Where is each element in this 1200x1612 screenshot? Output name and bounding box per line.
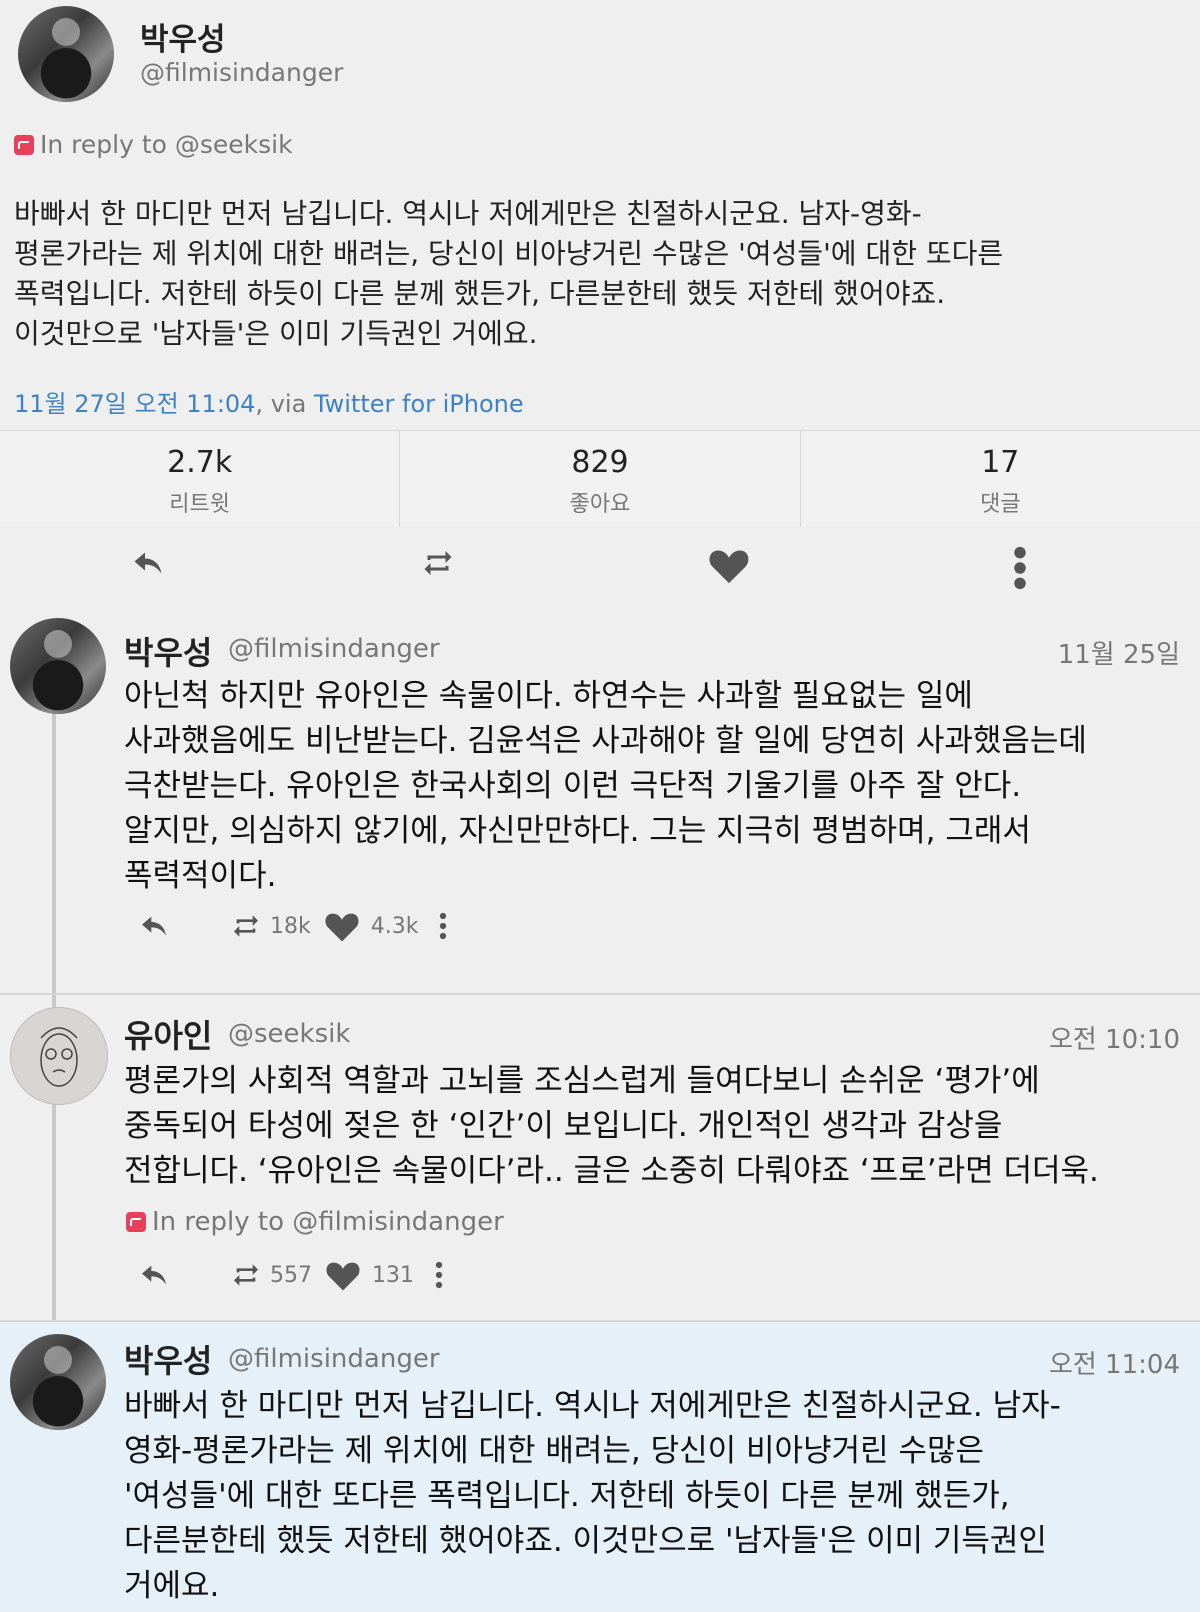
author-name[interactable]: 유아인 — [124, 1011, 212, 1057]
in-reply-to[interactable]: In reply to @filmisindanger — [126, 1207, 504, 1237]
tweet-time: 오전 10:10 — [1048, 1025, 1180, 1055]
author-handle[interactable]: @filmisindanger — [140, 58, 343, 87]
tweet-timestamp[interactable]: 11월 27일 오전 11:04 — [14, 390, 255, 418]
reply-icon[interactable] — [138, 910, 170, 942]
tweet-actions: 18k 4.3k — [138, 908, 450, 944]
stat-label: 좋아요 — [569, 492, 631, 517]
action-bar — [0, 527, 1200, 607]
in-reply-icon — [126, 1212, 146, 1232]
timeline-tweet-focused[interactable]: 박우성 @filmisindanger 오전 11:04 바빠서 한 마디만 먼… — [0, 1322, 1200, 1612]
author-handle[interactable]: @filmisindanger — [228, 634, 440, 664]
tweet-time: 오전 11:04 — [1048, 1350, 1180, 1380]
like-icon[interactable] — [706, 545, 752, 585]
author-name[interactable]: 박우성 — [140, 14, 226, 59]
retweet-icon[interactable] — [420, 545, 456, 581]
stats-bar: 2.7k 리트윗 829 좋아요 17 댓글 — [0, 430, 1200, 528]
stat-likes[interactable]: 829 좋아요 — [400, 431, 801, 527]
tweet-text: 평론가의 사회적 역할과 고뇌를 조심스럽게 들여다보니 손쉬운 ‘평가’에 중… — [124, 1063, 1099, 1189]
stat-label: 리트윗 — [169, 492, 231, 517]
avatar[interactable] — [10, 1334, 106, 1430]
more-icon[interactable] — [1010, 545, 1030, 591]
stat-value: 829 — [571, 445, 629, 480]
in-reply-to-label: In reply to @filmisindanger — [152, 1207, 504, 1237]
like-count: 131 — [372, 1262, 414, 1288]
like-icon[interactable] — [324, 1258, 362, 1292]
stat-retweets[interactable]: 2.7k 리트윗 — [0, 431, 401, 527]
avatar[interactable] — [10, 618, 106, 714]
avatar[interactable] — [18, 6, 114, 102]
via-label: , via — [255, 390, 314, 418]
tweet-text: 아닌척 하지만 유아인은 속물이다. 하연수는 사과할 필요없는 일에 사과했음… — [124, 678, 1087, 894]
tweet-actions: 557 131 — [138, 1257, 446, 1293]
retweet-count: 557 — [270, 1262, 312, 1288]
like-count: 4.3k — [370, 913, 419, 939]
stat-label: 댓글 — [980, 492, 1021, 517]
avatar[interactable] — [10, 1007, 108, 1105]
author-name[interactable]: 박우성 — [124, 1336, 212, 1382]
author-handle[interactable]: @filmisindanger — [228, 1344, 440, 1374]
in-reply-to-label: In reply to @seeksik — [40, 130, 293, 159]
timeline-tweet[interactable]: 유아인 @seeksik 오전 10:10 평론가의 사회적 역할과 고뇌를 조… — [0, 995, 1200, 1320]
more-icon[interactable] — [432, 1260, 446, 1290]
more-icon[interactable] — [436, 911, 450, 941]
tweet-time: 11월 25일 — [1057, 640, 1180, 670]
reply-icon[interactable] — [138, 1259, 170, 1291]
tweet-text: 바빠서 한 마디만 먼저 남깁니다. 역시나 저에게만은 친절하시군요. 남자-… — [124, 1388, 1061, 1604]
in-reply-icon — [14, 134, 34, 155]
stat-value: 2.7k — [167, 445, 233, 480]
reply-icon[interactable] — [130, 545, 166, 581]
author-handle[interactable]: @seeksik — [228, 1019, 350, 1049]
main-tweet: 박우성 @filmisindanger In reply to @seeksik… — [0, 0, 1200, 440]
retweet-count: 18k — [270, 913, 311, 939]
stat-replies[interactable]: 17 댓글 — [801, 431, 1200, 527]
retweet-icon[interactable] — [230, 1259, 262, 1291]
timeline-tweet[interactable]: 박우성 @filmisindanger 11월 25일 아닌척 하지만 유아인은… — [0, 610, 1200, 966]
in-reply-to[interactable]: In reply to @seeksik — [14, 130, 293, 159]
author-name[interactable]: 박우성 — [124, 628, 212, 674]
via-app-link[interactable]: Twitter for iPhone — [314, 390, 524, 418]
tweet-text: 바빠서 한 마디만 먼저 남깁니다. 역시나 저에게만은 친절하시군요. 남자-… — [14, 197, 1004, 350]
like-icon[interactable] — [323, 909, 361, 943]
tweet-meta: 11월 27일 오전 11:04, via Twitter for iPhone — [14, 384, 524, 419]
stat-value: 17 — [981, 445, 1020, 480]
retweet-icon[interactable] — [230, 910, 262, 942]
